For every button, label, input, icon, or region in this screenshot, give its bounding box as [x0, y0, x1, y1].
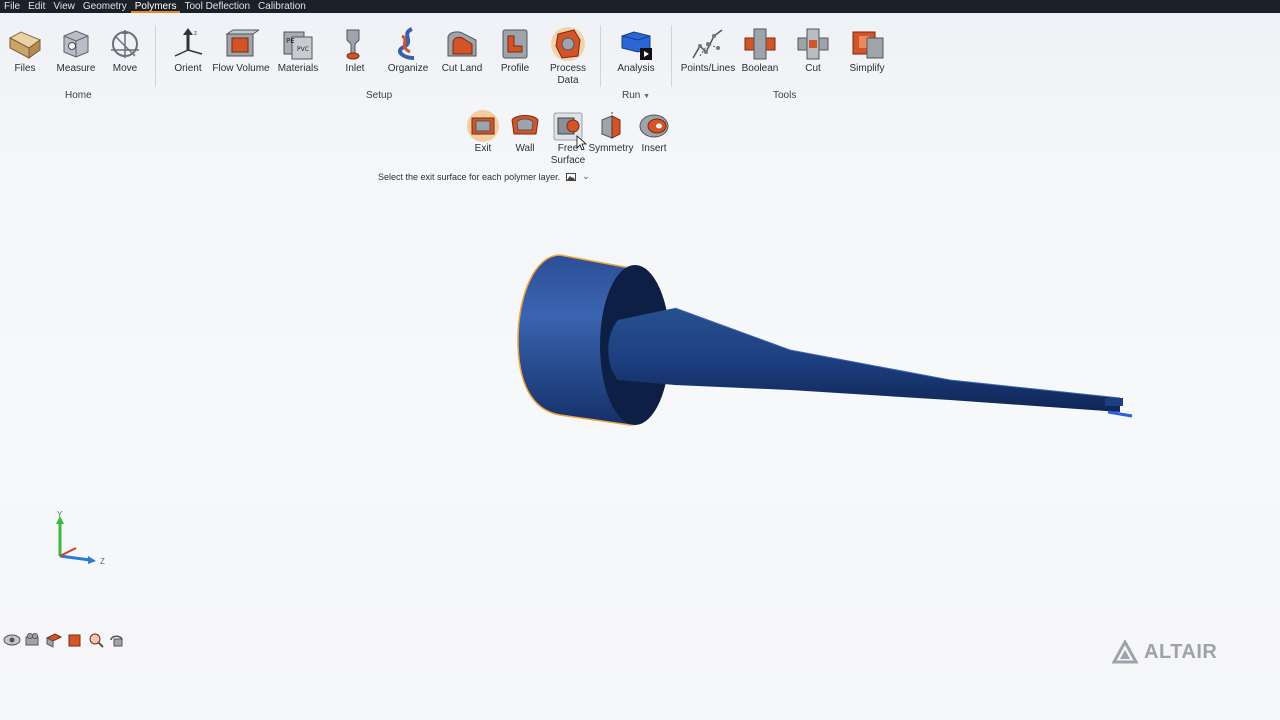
free-surface-label-2: Surface — [550, 155, 586, 166]
hint-bar: Select the exit surface for each polymer… — [378, 171, 590, 182]
menu-polymers[interactable]: Polymers — [130, 0, 181, 13]
hint-text: Select the exit surface for each polymer… — [378, 171, 561, 182]
svg-text:PE: PE — [286, 37, 295, 45]
orient-icon: z — [174, 28, 203, 57]
cut-button[interactable]: Cut — [783, 26, 843, 74]
image-icon[interactable] — [566, 172, 577, 181]
flow-volume-label: Flow Volume — [212, 63, 270, 74]
camera-icon[interactable] — [24, 632, 42, 648]
simplify-label: Simplify — [849, 63, 885, 74]
analysis-button[interactable]: Analysis — [606, 26, 666, 74]
insert-icon — [639, 114, 669, 138]
eye-icon[interactable] — [3, 632, 21, 648]
cut-land-button[interactable]: Cut Land — [432, 26, 492, 74]
insert-button[interactable]: Insert — [631, 110, 677, 154]
view-toolbar — [3, 632, 126, 648]
brand-text: ALTAIR — [1144, 640, 1218, 663]
ribbon: Files Measure Move Home z Orient Flow Vo… — [0, 13, 900, 108]
menu-file[interactable]: File — [0, 0, 24, 13]
profile-button[interactable]: Profile — [485, 26, 545, 74]
process-data-button[interactable]: Process Data — [538, 26, 598, 86]
simplify-icon — [852, 31, 884, 59]
boolean-icon — [744, 28, 776, 60]
menu-calibration[interactable]: Calibration — [254, 0, 310, 13]
insert-label: Insert — [641, 143, 667, 154]
exit-label: Exit — [474, 143, 492, 154]
box-view-icon[interactable] — [66, 632, 84, 648]
symmetry-icon — [601, 112, 621, 140]
axis-triad: Y Z — [56, 510, 105, 566]
organize-icon — [398, 27, 415, 60]
mouse-cursor-icon — [576, 135, 588, 151]
flow-volume-icon — [225, 29, 259, 57]
triad-z-label: Z — [100, 557, 105, 566]
cut-icon — [797, 28, 829, 60]
organize-label: Organize — [387, 63, 429, 74]
points-lines-icon — [692, 29, 723, 59]
inlet-icon — [346, 29, 360, 60]
separator — [600, 25, 601, 87]
boolean-button[interactable]: Boolean — [730, 26, 790, 74]
run-label: Run — [622, 90, 641, 101]
inlet-label: Inlet — [345, 63, 365, 74]
chevron-down-icon: ▼ — [643, 93, 651, 100]
cut-land-icon — [447, 31, 477, 57]
altair-logo-icon — [1112, 640, 1138, 664]
wall-button[interactable]: Wall — [502, 110, 548, 154]
points-lines-label: Points/Lines — [680, 63, 736, 74]
symmetry-button[interactable]: Symmetry — [588, 110, 634, 154]
analysis-label: Analysis — [617, 63, 655, 74]
inlet-button[interactable]: Inlet — [325, 26, 385, 74]
zoom-icon[interactable] — [87, 632, 105, 648]
cut-label: Cut — [805, 63, 821, 74]
tools-group-label: Tools — [773, 90, 797, 101]
folder-icon — [8, 31, 42, 59]
materials-button[interactable]: PE PVC Materials — [268, 26, 328, 74]
svg-text:z: z — [194, 31, 197, 37]
process-data-label-2: Data — [557, 75, 579, 86]
analysis-icon — [621, 31, 652, 60]
separator — [671, 25, 672, 87]
cut-land-label: Cut Land — [441, 63, 483, 74]
materials-label: Materials — [277, 63, 319, 74]
move-button[interactable]: Move — [95, 26, 155, 74]
wall-label: Wall — [515, 143, 535, 154]
move-label: Move — [112, 63, 138, 74]
chevron-double-down-icon[interactable]: ⌄ — [582, 171, 590, 182]
run-group-label[interactable]: Run ▼ — [622, 90, 650, 101]
organize-button[interactable]: Organize — [378, 26, 438, 74]
rotate-icon[interactable] — [108, 632, 126, 648]
home-group-label: Home — [65, 90, 92, 101]
menu-tool-deflection[interactable]: Tool Deflection — [180, 0, 254, 13]
setup-group-label: Setup — [366, 90, 393, 101]
menu-view[interactable]: View — [49, 0, 79, 13]
process-data-label-1: Process — [549, 63, 587, 74]
menu-geometry[interactable]: Geometry — [79, 0, 131, 13]
exit-icon — [467, 110, 499, 142]
die-model — [517, 254, 1133, 426]
svg-text:PVC: PVC — [297, 46, 309, 53]
simplify-button[interactable]: Simplify — [837, 26, 897, 74]
profile-label: Profile — [500, 63, 530, 74]
profile-icon — [502, 29, 528, 59]
exit-button[interactable]: Exit — [460, 110, 506, 154]
orient-button[interactable]: z Orient — [158, 26, 218, 74]
points-lines-button[interactable]: Points/Lines — [678, 26, 738, 74]
measure-icon — [63, 30, 89, 58]
materials-icon: PE PVC — [283, 31, 313, 60]
flow-volume-button[interactable]: Flow Volume — [211, 26, 271, 74]
process-data-icon — [551, 27, 585, 61]
boolean-label: Boolean — [741, 63, 779, 74]
separator — [155, 25, 156, 87]
orient-label: Orient — [174, 63, 202, 74]
symmetry-label: Symmetry — [588, 143, 634, 154]
altair-logo: ALTAIR — [1112, 640, 1217, 664]
menu-bar: File Edit View Geometry Polymers Tool De… — [0, 0, 1280, 13]
section-icon[interactable] — [45, 632, 63, 648]
move-icon — [111, 30, 139, 58]
menu-edit[interactable]: Edit — [24, 0, 49, 13]
wall-icon — [511, 115, 539, 135]
